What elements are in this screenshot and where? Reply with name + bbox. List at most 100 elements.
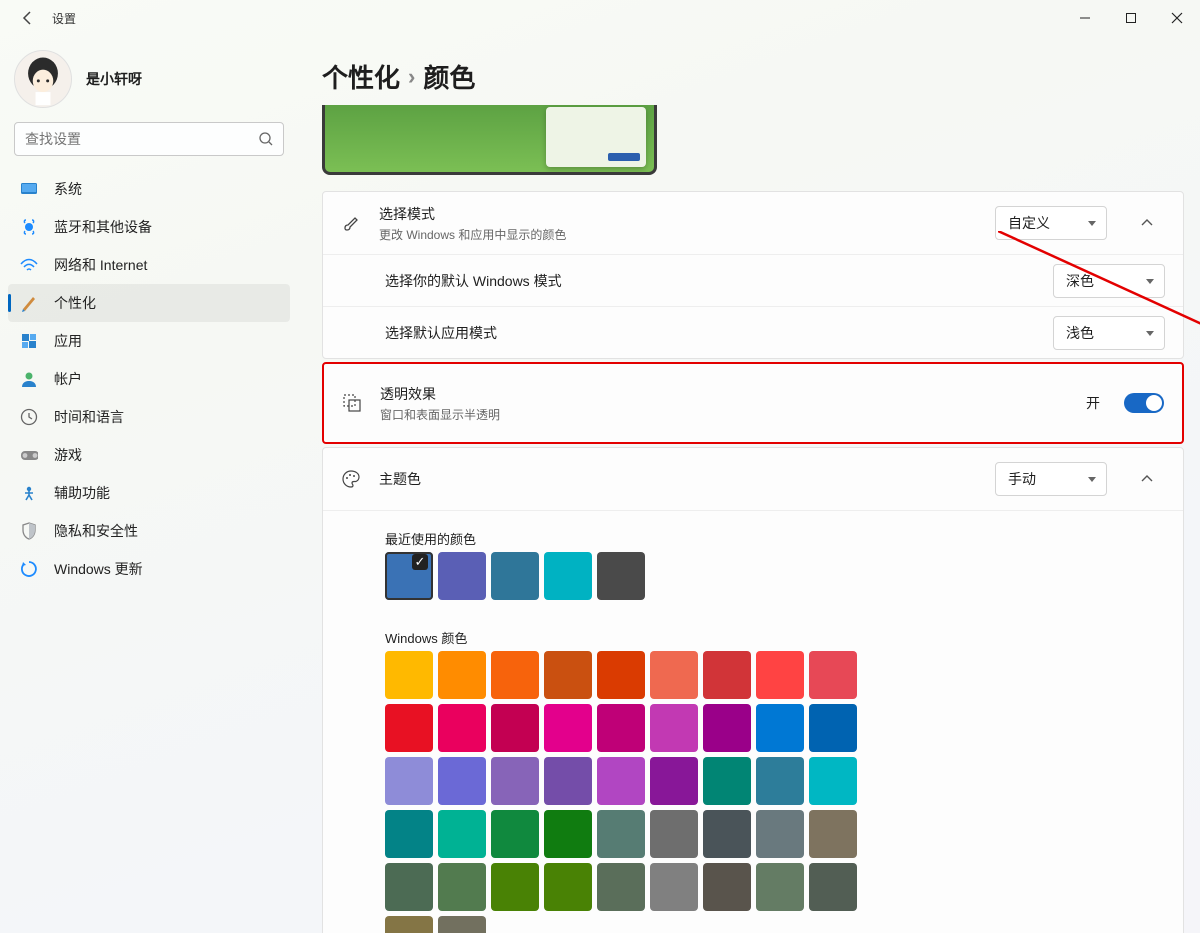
windows-color-swatch[interactable]: [597, 810, 645, 858]
windows-color-swatch[interactable]: [385, 651, 433, 699]
breadcrumb-current: 颜色: [423, 58, 475, 95]
windows-color-swatch[interactable]: [385, 757, 433, 805]
close-button[interactable]: [1154, 0, 1200, 36]
accent-card: 主题色 手动 最近使用的颜色 Windows 颜色: [322, 447, 1184, 933]
windows-color-swatch[interactable]: [703, 757, 751, 805]
windows-color-swatch[interactable]: [809, 704, 857, 752]
windows-color-swatch[interactable]: [703, 704, 751, 752]
windows-color-swatch[interactable]: [491, 863, 539, 911]
recent-color-swatch[interactable]: [544, 552, 592, 600]
expand-mode[interactable]: [1129, 205, 1165, 241]
windows-color-swatch[interactable]: [809, 863, 857, 911]
windows-color-swatch[interactable]: [438, 651, 486, 699]
windows-color-swatch[interactable]: [703, 863, 751, 911]
search-icon: [258, 131, 274, 150]
sidebar-item-7[interactable]: 游戏: [8, 436, 290, 474]
windows-color-swatch[interactable]: [491, 704, 539, 752]
windows-color-swatch[interactable]: [438, 916, 486, 933]
winmode-select[interactable]: 深色: [1053, 264, 1165, 298]
nav-icon: [20, 294, 38, 312]
back-button[interactable]: [18, 8, 38, 28]
transparency-toggle[interactable]: [1124, 393, 1164, 413]
sidebar-item-5[interactable]: 帐户: [8, 360, 290, 398]
windows-color-swatch[interactable]: [809, 757, 857, 805]
sidebar-item-4[interactable]: 应用: [8, 322, 290, 360]
windows-color-swatch[interactable]: [756, 757, 804, 805]
maximize-button[interactable]: [1108, 0, 1154, 36]
windows-color-swatch[interactable]: [544, 757, 592, 805]
nav-label: 隐私和安全性: [54, 521, 138, 541]
minimize-button[interactable]: [1062, 0, 1108, 36]
windows-color-swatch[interactable]: [809, 810, 857, 858]
windows-color-swatch[interactable]: [438, 757, 486, 805]
windows-color-swatch[interactable]: [650, 704, 698, 752]
breadcrumb-separator: ›: [408, 64, 415, 90]
windows-color-swatch[interactable]: [385, 863, 433, 911]
search-box[interactable]: [14, 122, 284, 156]
recent-color-swatch[interactable]: [438, 552, 486, 600]
recent-color-swatch[interactable]: [385, 552, 433, 600]
sidebar-item-8[interactable]: 辅助功能: [8, 474, 290, 512]
windows-color-swatch[interactable]: [650, 757, 698, 805]
windows-color-swatch[interactable]: [385, 810, 433, 858]
nav-icon: [20, 180, 38, 198]
windows-color-swatch[interactable]: [597, 757, 645, 805]
accent-select[interactable]: 手动: [995, 462, 1107, 496]
windows-color-swatch[interactable]: [385, 916, 433, 933]
expand-accent[interactable]: [1129, 461, 1165, 497]
mode-select[interactable]: 自定义: [995, 206, 1107, 240]
windows-color-swatch[interactable]: [438, 704, 486, 752]
search-input[interactable]: [14, 122, 284, 156]
profile-section[interactable]: 是小轩呀: [0, 40, 298, 122]
nav-label: 网络和 Internet: [54, 255, 147, 275]
windows-color-swatch[interactable]: [756, 863, 804, 911]
windows-color-swatch[interactable]: [491, 651, 539, 699]
windows-color-swatch[interactable]: [491, 810, 539, 858]
recent-color-swatch[interactable]: [491, 552, 539, 600]
windows-color-swatch[interactable]: [597, 704, 645, 752]
windows-color-swatch[interactable]: [650, 810, 698, 858]
windows-color-swatch[interactable]: [756, 704, 804, 752]
transparency-sub: 窗口和表面显示半透明: [380, 406, 1068, 423]
windows-color-swatch[interactable]: [438, 863, 486, 911]
sidebar-item-6[interactable]: 时间和语言: [8, 398, 290, 436]
windows-color-swatch[interactable]: [703, 651, 751, 699]
nav-icon: [20, 408, 38, 426]
sidebar-item-1[interactable]: 蓝牙和其他设备: [8, 208, 290, 246]
windows-colors-label: Windows 颜色: [385, 628, 1183, 647]
windows-color-swatch[interactable]: [650, 863, 698, 911]
sidebar-item-0[interactable]: 系统: [8, 170, 290, 208]
sidebar-item-2[interactable]: 网络和 Internet: [8, 246, 290, 284]
windows-color-swatch[interactable]: [491, 757, 539, 805]
windows-color-swatch[interactable]: [544, 863, 592, 911]
nav-icon: [20, 332, 38, 350]
nav-label: 时间和语言: [54, 407, 124, 427]
windows-color-swatch[interactable]: [756, 810, 804, 858]
sidebar-item-9[interactable]: 隐私和安全性: [8, 512, 290, 550]
windows-color-swatch[interactable]: [650, 651, 698, 699]
avatar: [14, 50, 72, 108]
windows-color-swatch[interactable]: [597, 651, 645, 699]
windows-color-swatch[interactable]: [809, 651, 857, 699]
toggle-state-label: 开: [1086, 393, 1100, 413]
transparency-icon: [342, 393, 362, 413]
appmode-select[interactable]: 浅色: [1053, 316, 1165, 350]
windows-color-swatch[interactable]: [385, 704, 433, 752]
nav-label: 帐户: [54, 369, 82, 389]
sidebar-item-3[interactable]: 个性化: [8, 284, 290, 322]
winmode-title: 选择你的默认 Windows 模式: [385, 271, 1035, 291]
breadcrumb: 个性化 › 颜色: [322, 58, 1184, 95]
nav-icon: [20, 370, 38, 388]
nav-icon: [20, 446, 38, 464]
windows-color-swatch[interactable]: [703, 810, 751, 858]
windows-color-swatch[interactable]: [544, 651, 592, 699]
recent-color-swatch[interactable]: [597, 552, 645, 600]
windows-color-swatch[interactable]: [438, 810, 486, 858]
windows-color-swatch[interactable]: [756, 651, 804, 699]
windows-color-swatch[interactable]: [544, 704, 592, 752]
nav-label: 个性化: [54, 293, 96, 313]
windows-color-swatch[interactable]: [544, 810, 592, 858]
breadcrumb-parent[interactable]: 个性化: [322, 58, 400, 95]
windows-color-swatch[interactable]: [597, 863, 645, 911]
sidebar-item-10[interactable]: Windows 更新: [8, 550, 290, 588]
